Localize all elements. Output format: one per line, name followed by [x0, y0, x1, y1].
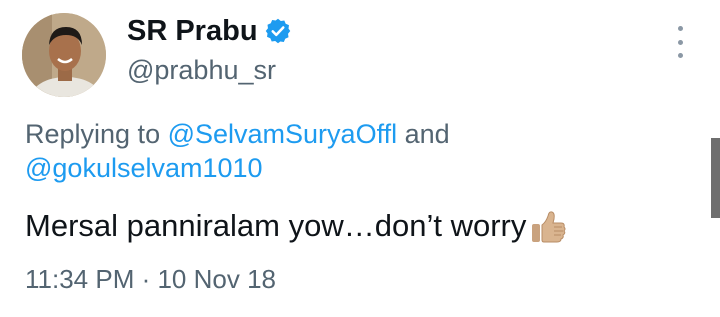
thumbs-up-icon	[528, 206, 568, 246]
replying-to-line: Replying to @SelvamSuryaOffl and	[25, 115, 450, 153]
tweet-timestamp[interactable]: 11:34 PM · 10 Nov 18	[25, 262, 276, 296]
verified-badge-icon	[264, 17, 292, 45]
mention-link-selvamsuryaoffl[interactable]: @SelvamSuryaOffl	[168, 119, 398, 149]
replying-to-conjunction: and	[397, 119, 450, 149]
mention-link-gokulselvam1010[interactable]: @gokulselvam1010	[25, 153, 263, 183]
author-display-name[interactable]: SR Prabu	[127, 14, 258, 48]
scrollbar-thumb[interactable]	[711, 138, 720, 218]
tweet-body: Mersal panniralam yow…don’t worry	[25, 208, 527, 243]
replying-to-line-2: @gokulselvam1010	[25, 149, 263, 187]
author-handle[interactable]: @prabhu_sr	[127, 54, 276, 86]
more-options-icon[interactable]	[672, 26, 688, 58]
avatar[interactable]	[22, 13, 106, 97]
author-name-row[interactable]: SR Prabu	[127, 14, 292, 48]
replying-to-label: Replying to	[25, 119, 168, 149]
tweet-text: Mersal panniralam yow…don’t worry	[25, 206, 568, 246]
